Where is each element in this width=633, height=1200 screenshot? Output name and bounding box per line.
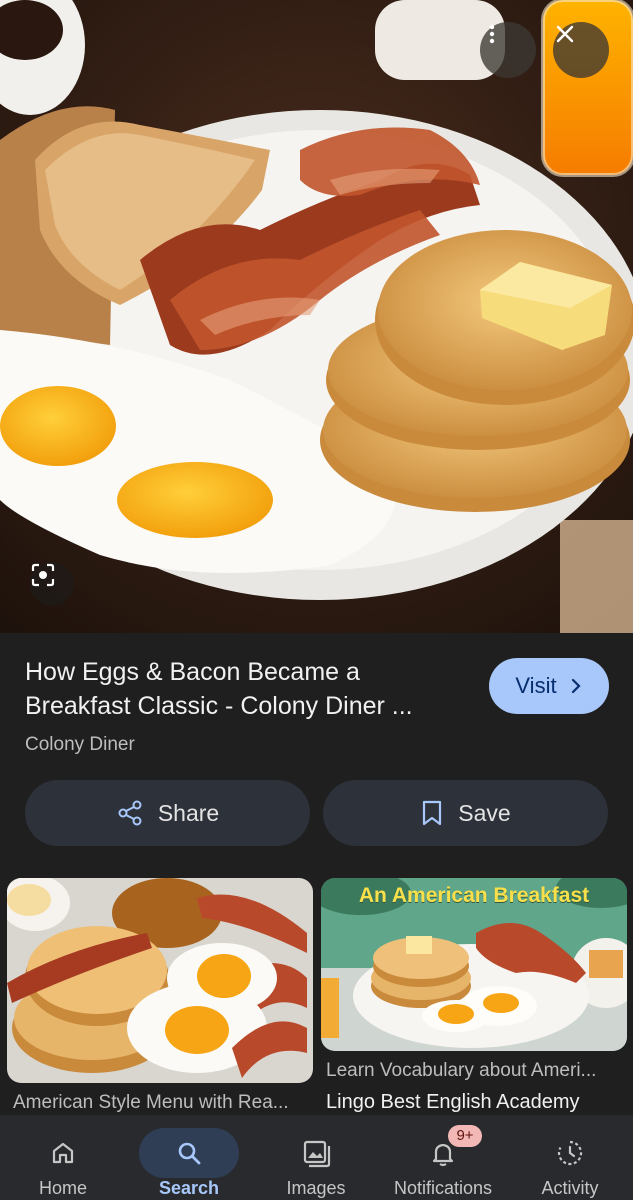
nav-home[interactable]: Home xyxy=(0,1115,126,1200)
share-label: Share xyxy=(157,799,220,826)
activity-icon xyxy=(557,1140,583,1166)
hero-image[interactable] xyxy=(0,0,633,633)
result-source: Colony Diner xyxy=(25,734,135,755)
related-thumbnail-2[interactable]: An American Breakfast xyxy=(321,878,627,1051)
share-button[interactable]: Share xyxy=(25,780,310,846)
save-button[interactable]: Save xyxy=(323,780,608,846)
home-icon xyxy=(52,1142,74,1164)
share-icon xyxy=(118,800,142,826)
images-icon xyxy=(303,1140,331,1168)
pancakes-photo xyxy=(7,878,313,1083)
more-vert-icon xyxy=(489,24,495,44)
nav-images[interactable]: Images xyxy=(253,1115,379,1200)
save-label: Save xyxy=(458,799,511,826)
nav-activity[interactable]: Activity xyxy=(507,1115,633,1200)
related-caption-2: Learn Vocabulary about Ameri... xyxy=(326,1060,597,1081)
visit-label: Visit xyxy=(515,673,557,698)
nav-search[interactable]: Search xyxy=(126,1115,252,1200)
bottom-navigation: Home Search Images 9+ Notifications Acti… xyxy=(0,1115,633,1200)
related-source-2: Lingo Best English Academy xyxy=(326,1091,580,1113)
nav-images-label: Images xyxy=(286,1178,346,1198)
bookmark-icon xyxy=(423,800,442,826)
visit-button[interactable]: Visit xyxy=(489,658,609,714)
nav-notifications-label: Notifications xyxy=(393,1178,493,1198)
related-caption-1: American Style Menu with Rea... xyxy=(13,1092,289,1113)
chevron-right-icon xyxy=(571,678,581,694)
lens-icon xyxy=(31,563,55,587)
lens-button[interactable] xyxy=(30,562,74,606)
nav-activity-label: Activity xyxy=(541,1178,599,1198)
result-title[interactable]: How Eggs & Bacon Became a Breakfast Clas… xyxy=(25,655,465,723)
more-options-button[interactable] xyxy=(480,22,536,78)
notification-badge: 9+ xyxy=(448,1125,482,1147)
close-button[interactable] xyxy=(553,22,609,78)
search-icon xyxy=(178,1142,201,1165)
nav-notifications[interactable]: 9+ Notifications xyxy=(380,1115,506,1200)
breakfast-photo xyxy=(0,0,633,633)
thumbnail-banner-text: An American Breakfast xyxy=(358,884,590,907)
close-icon xyxy=(556,25,574,43)
nav-search-label: Search xyxy=(158,1178,220,1198)
related-thumbnail-1[interactable] xyxy=(7,878,313,1083)
nav-home-label: Home xyxy=(38,1178,87,1198)
